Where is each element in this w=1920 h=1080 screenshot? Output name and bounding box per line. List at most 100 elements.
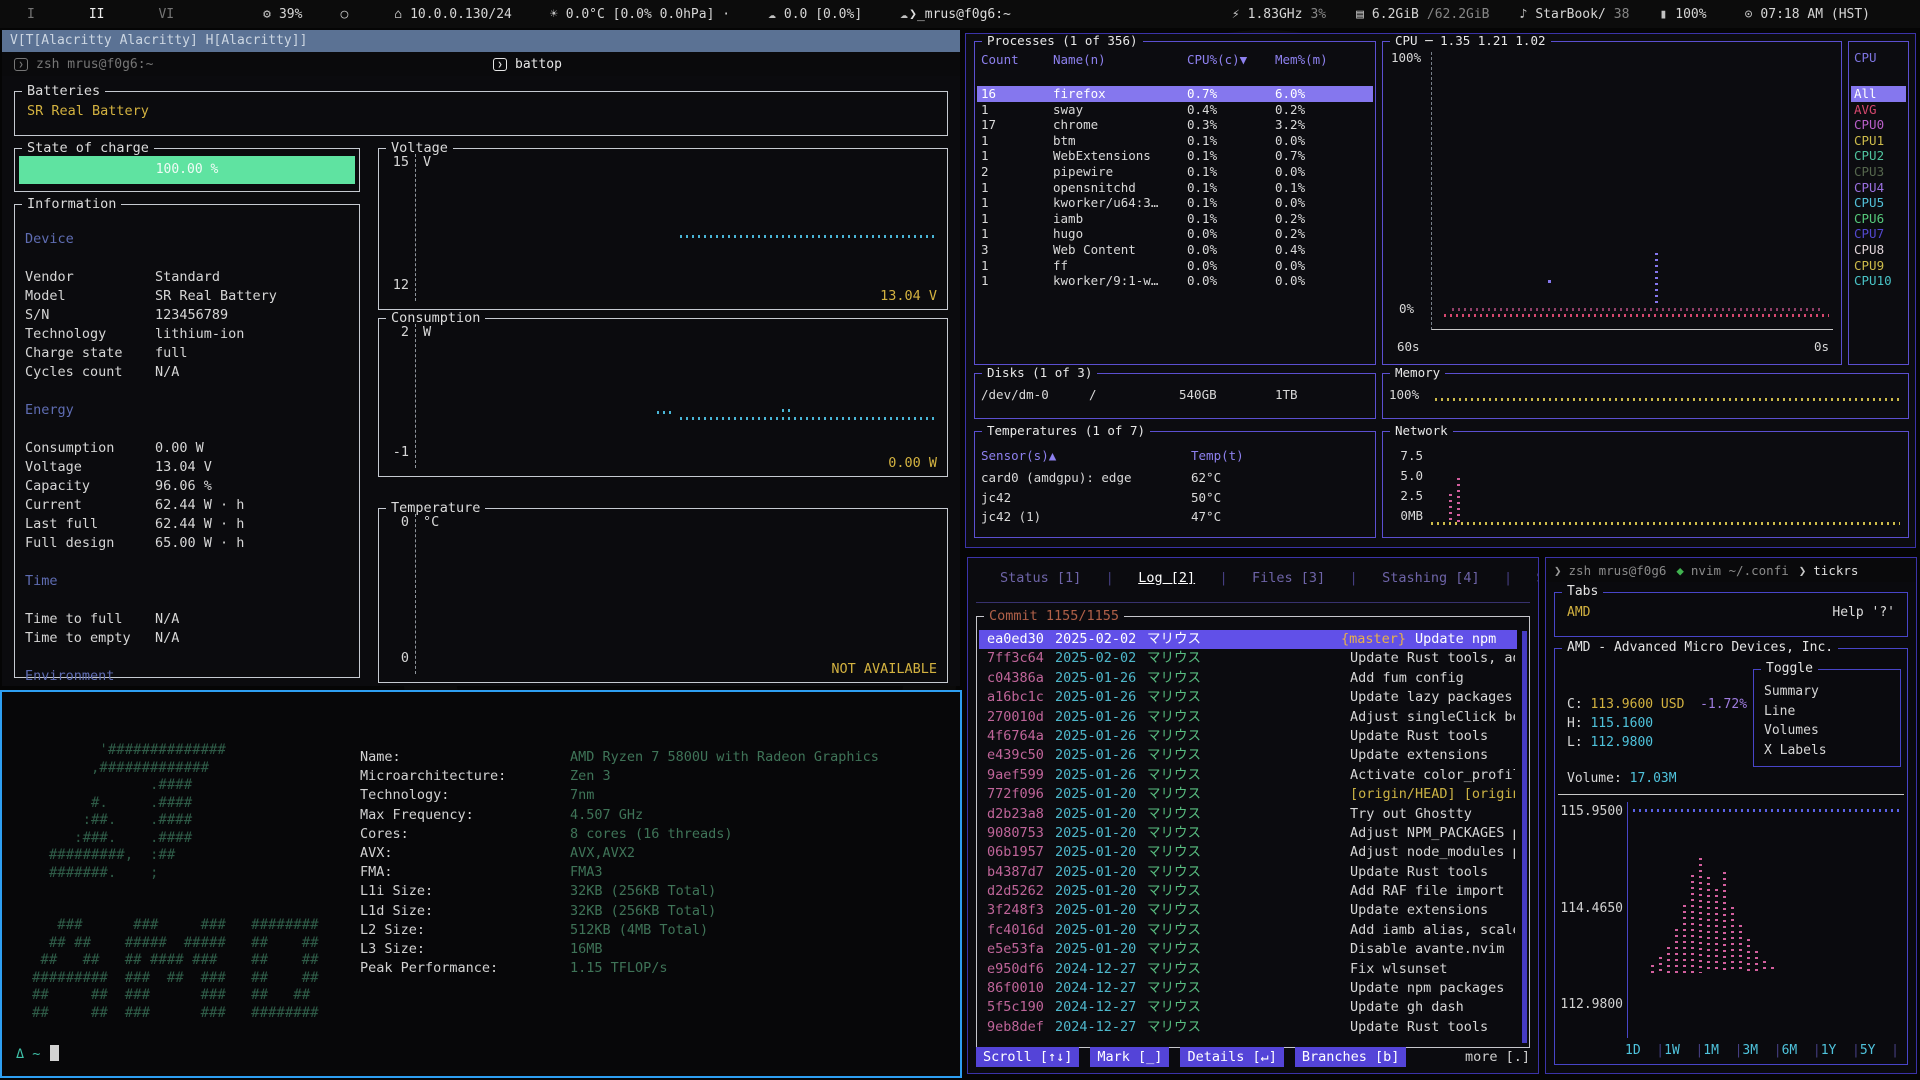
price-bar <box>1731 907 1734 973</box>
cpu-avg-line <box>1444 314 1829 317</box>
temperature-row[interactable]: jc42 (1) 47°C <box>981 507 1369 527</box>
terminal-tab[interactable]: ◆ nvim ~/.confi <box>1676 563 1788 578</box>
commit-row[interactable]: d2d5262 2025-01-20 マリウス Add RAF file imp… <box>979 882 1517 901</box>
temperature-row[interactable]: jc42 50°C <box>981 488 1369 508</box>
terminal-tab[interactable]: ❯ battop <box>481 52 960 76</box>
process-row[interactable]: 1 sway 0.4% 0.2% <box>977 102 1373 118</box>
commit-row[interactable]: 86f0010 2024-12-27 マリウス Update npm packa… <box>979 979 1517 998</box>
commit-row[interactable]: 9eb8def 2024-12-27 マリウス Update Rust tool… <box>979 1018 1517 1037</box>
time-range-button[interactable]: 6M | <box>1782 1043 1821 1058</box>
commit-row[interactable]: fc4016d 2025-01-20 マリウス Add iamb alias, … <box>979 921 1517 940</box>
tab-divider <box>976 602 1530 603</box>
cpu-legend-item[interactable]: CPU4 <box>1851 180 1906 196</box>
cpu-legend-item[interactable]: CPU5 <box>1851 195 1906 211</box>
time-range-button[interactable]: 5Y | <box>1860 1043 1899 1058</box>
btm-window: Processes (1 of 356) Count Name(n) CPU%(… <box>965 33 1916 548</box>
process-row[interactable]: 1 kworker/9:1-w… 0.0% 0.0% <box>977 273 1373 289</box>
time-range-button[interactable]: 1Y | <box>1821 1043 1860 1058</box>
process-row[interactable]: 1 iamb 0.1% 0.2% <box>977 211 1373 227</box>
panel-title: State of charge <box>22 140 154 156</box>
terminal-icon: ❯ <box>14 58 28 71</box>
price-bar <box>1691 875 1694 973</box>
process-row[interactable]: 2 pipewire 0.1% 0.0% <box>977 164 1373 180</box>
terminal-tab[interactable]: ❯ tickrs <box>1799 563 1859 578</box>
cpu-legend-item[interactable]: CPU10 <box>1851 273 1906 289</box>
cpu-legend-item[interactable]: CPU3 <box>1851 164 1906 180</box>
branch-badge: {master} <box>1341 631 1406 647</box>
gitui-tab[interactable]: Status [1] | <box>1000 570 1138 586</box>
text-cursor <box>50 1045 59 1061</box>
process-row[interactable]: 16 firefox 0.7% 6.0% <box>977 86 1373 102</box>
time-range-button[interactable]: 1W | <box>1664 1043 1703 1058</box>
gitui-action-button[interactable]: Mark [_] <box>1090 1047 1169 1067</box>
commit-row[interactable]: 4f6764a 2025-01-26 マリウス Update Rust tool… <box>979 727 1517 746</box>
more-button[interactable]: more [.] <box>1465 1047 1530 1067</box>
process-table-header[interactable]: Count Name(n) CPU%(c)▼ Mem%(m) <box>979 52 1371 67</box>
gitui-tab[interactable]: S | <box>1537 570 1539 586</box>
cpu-legend-item[interactable]: CPU2 <box>1851 148 1906 164</box>
time-range-button[interactable]: 1M | <box>1703 1043 1742 1058</box>
panel-title: Disks (1 of 3) <box>982 365 1097 380</box>
cpu-legend-item[interactable]: CPU6 <box>1851 211 1906 227</box>
commit-row[interactable]: 9aef599 2025-01-26 マリウス Activate color_p… <box>979 766 1517 785</box>
commit-row[interactable]: e5e53fa 2025-01-20 マリウス Disable avante.n… <box>979 940 1517 959</box>
cpu-legend-item[interactable]: CPU0 <box>1851 117 1906 133</box>
commit-row[interactable]: 772f096 2025-01-20 マリウス [origin/HEAD] [o… <box>979 785 1517 804</box>
process-row[interactable]: 1 hugo 0.0% 0.2% <box>977 226 1373 242</box>
panel-title: Batteries <box>22 83 105 99</box>
process-row[interactable]: 3 Web Content 0.0% 0.4% <box>977 242 1373 258</box>
cpu-legend-item[interactable]: CPU1 <box>1851 133 1906 149</box>
commit-row[interactable]: b4387d7 2025-01-20 マリウス Update Rust tool… <box>979 863 1517 882</box>
cpu-legend-item[interactable]: CPU8 <box>1851 242 1906 258</box>
ticker-symbol[interactable]: AMD <box>1567 605 1590 620</box>
terminal-window[interactable]: '############## ,############# .#### #. … <box>0 690 962 1078</box>
voltage-graph: Voltage 15 V 12 13.04 V <box>378 148 948 310</box>
y-axis <box>415 324 416 468</box>
gitui-action-button[interactable]: Branches [b] <box>1295 1047 1407 1067</box>
terminal-tab[interactable]: ❯ zsh mrus@f0g6:~ <box>2 52 481 76</box>
commit-row[interactable]: 06b1957 2025-01-20 マリウス Adjust node_modu… <box>979 843 1517 862</box>
time-range-button[interactable]: 1D | <box>1625 1043 1664 1058</box>
commit-row[interactable]: a16bc1c 2025-01-26 マリウス Update lazy pack… <box>979 688 1517 707</box>
cpu-legend-item[interactable]: AVG <box>1851 102 1906 118</box>
commit-row[interactable]: ea0ed30 2025-02-02 マリウス {master}Update n… <box>979 630 1517 649</box>
terminal-tab[interactable]: ❯ zsh mrus@f0g6 <box>1554 563 1666 578</box>
gitui-tab[interactable]: Log [2] | <box>1138 570 1252 586</box>
gitui-action-button[interactable]: Scroll [↑↓] <box>976 1047 1079 1067</box>
commit-row[interactable]: d2b23a8 2025-01-20 マリウス Try out Ghostty <box>979 805 1517 824</box>
temperature-row[interactable]: card0 (amdgpu): edge 62°C <box>981 468 1369 488</box>
commit-row[interactable]: 7ff3c64 2025-02-02 マリウス Update Rust tool… <box>979 649 1517 668</box>
price-bar <box>1683 905 1686 973</box>
gitui-action-button[interactable]: Details [↵] <box>1180 1047 1283 1067</box>
cpu-legend-item[interactable]: CPU9 <box>1851 258 1906 274</box>
shell-prompt[interactable]: Δ ~ <box>16 1045 59 1062</box>
process-row[interactable]: 1 ff 0.0% 0.0% <box>977 258 1373 274</box>
process-row[interactable]: 17 chrome 0.3% 3.2% <box>977 117 1373 133</box>
commit-row[interactable]: c04386a 2025-01-26 マリウス Add fum config <box>979 669 1517 688</box>
commit-row[interactable]: 9080753 2025-01-20 マリウス Adjust NPM_PACKA… <box>979 824 1517 843</box>
commit-row[interactable]: e950df6 2024-12-27 マリウス Fix wlsunset <box>979 960 1517 979</box>
process-row[interactable]: 1 WebExtensions 0.1% 0.7% <box>977 148 1373 164</box>
commit-row[interactable]: 270010d 2025-01-26 マリウス Adjust singleCli… <box>979 708 1517 727</box>
process-row[interactable]: 1 opensnitchd 0.1% 0.1% <box>977 180 1373 196</box>
gitui-tab[interactable]: Files [3] | <box>1252 570 1382 586</box>
gitui-tab[interactable]: Stashing [4] | <box>1382 570 1536 586</box>
sway-titlebar[interactable]: V[T[Alacritty Alacritty] H[Alacritty]] <box>2 30 960 52</box>
commit-row[interactable]: 5f5c190 2024-12-27 マリウス Update gh dash <box>979 998 1517 1017</box>
process-row[interactable]: 1 btm 0.1% 0.0% <box>977 133 1373 149</box>
process-row[interactable]: 1 kworker/u64:3… 0.1% 0.0% <box>977 195 1373 211</box>
disk-row[interactable]: /dev/dm-0 / 540GB 1TB <box>981 387 1298 402</box>
cpu-spike <box>1655 253 1658 307</box>
time-range-button[interactable]: 3M | <box>1742 1043 1781 1058</box>
cpu-legend-item[interactable]: All <box>1851 86 1906 102</box>
panel-title: Tabs <box>1562 584 1603 599</box>
terminal-icon: ❯ <box>1799 563 1807 578</box>
commit-row[interactable]: 3f248f3 2025-01-20 マリウス Update extension… <box>979 901 1517 920</box>
help-hint[interactable]: Help '?' <box>1832 605 1895 620</box>
battery-info-row: Current62.44 W · h <box>15 496 359 515</box>
temperature-table-header[interactable]: Sensor(s)▲ Temp(t) <box>981 448 1369 463</box>
cpu-legend-item[interactable]: CPU7 <box>1851 226 1906 242</box>
commit-row[interactable]: e439c50 2025-01-26 マリウス Update extension… <box>979 746 1517 765</box>
battery-name[interactable]: SR Real Battery <box>27 103 149 119</box>
scrollbar[interactable] <box>1522 631 1527 1043</box>
